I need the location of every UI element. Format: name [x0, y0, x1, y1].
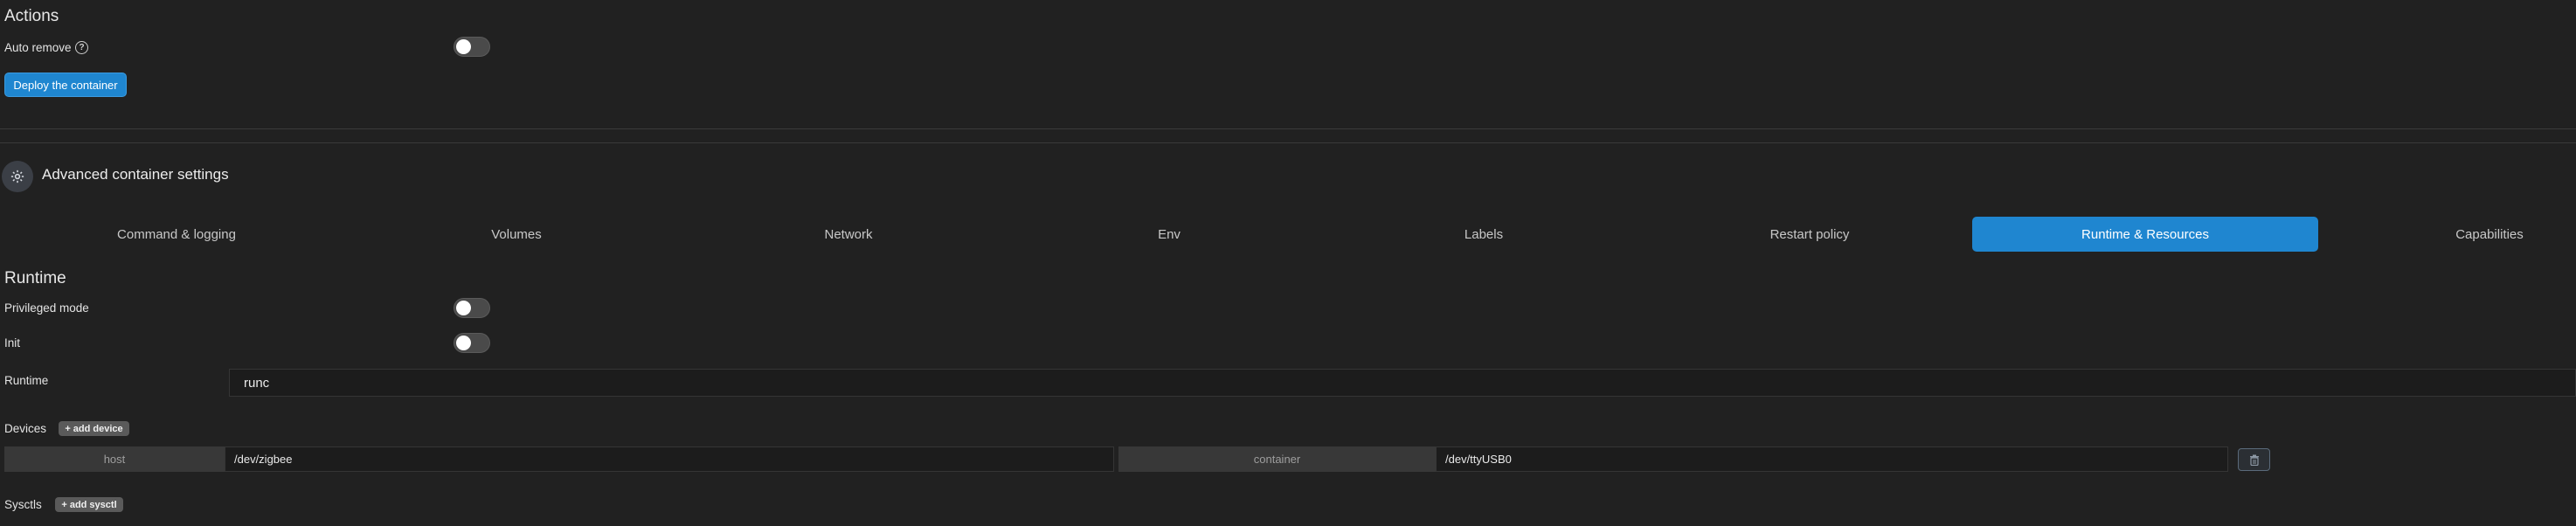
tab-restart-policy[interactable]: Restart policy — [1717, 217, 1902, 252]
devices-label: Devices — [4, 422, 47, 435]
trash-icon — [2249, 454, 2259, 466]
host-path-input[interactable]: /dev/zigbee — [225, 446, 1114, 472]
tab-network[interactable]: Network — [756, 217, 941, 252]
remove-device-button[interactable] — [2238, 448, 2270, 471]
tab-volumes[interactable]: Volumes — [424, 217, 609, 252]
tab-labels[interactable]: Labels — [1391, 217, 1576, 252]
runtime-section-title: Runtime — [4, 269, 66, 287]
auto-remove-toggle[interactable] — [454, 37, 490, 57]
runtime-label: Runtime — [4, 374, 49, 387]
sysctls-label: Sysctls — [4, 498, 42, 511]
tab-runtime-resources[interactable]: Runtime & Resources — [1972, 217, 2318, 252]
container-addon: container — [1118, 446, 1436, 472]
help-icon[interactable]: ? — [75, 41, 88, 54]
container-path-value: /dev/ttyUSB0 — [1445, 453, 1512, 466]
runtime-select[interactable]: runc — [229, 369, 2576, 397]
device-container-field: container /dev/ttyUSB0 — [1118, 446, 2228, 472]
privileged-mode-label: Privileged mode — [4, 301, 89, 315]
init-toggle[interactable] — [454, 333, 490, 353]
auto-remove-label: Auto remove — [4, 41, 72, 54]
add-device-button[interactable]: + add device — [59, 421, 129, 436]
add-sysctl-button[interactable]: + add sysctl — [55, 497, 123, 512]
host-addon: host — [4, 446, 225, 472]
section-divider — [0, 142, 2576, 143]
section-divider — [0, 128, 2576, 129]
tab-command-logging[interactable]: Command & logging — [84, 217, 269, 252]
host-path-value: /dev/zigbee — [234, 453, 293, 466]
advanced-settings-title: Advanced container settings — [42, 166, 229, 183]
runtime-value: runc — [244, 375, 270, 391]
init-label: Init — [4, 336, 21, 350]
actions-title: Actions — [4, 7, 59, 25]
tab-env[interactable]: Env — [1077, 217, 1262, 252]
tab-capabilities[interactable]: Capabilities — [2403, 217, 2576, 252]
gear-icon — [2, 161, 33, 192]
privileged-mode-toggle[interactable] — [454, 298, 490, 318]
container-path-input[interactable]: /dev/ttyUSB0 — [1436, 446, 2228, 472]
deploy-container-button[interactable]: Deploy the container — [4, 73, 127, 97]
device-host-field: host /dev/zigbee — [4, 446, 1114, 472]
